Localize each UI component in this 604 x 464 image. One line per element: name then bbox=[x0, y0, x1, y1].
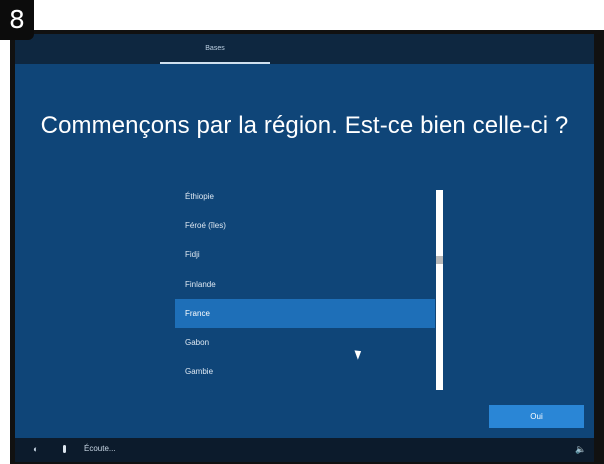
oobe-screen: Bases Commençons par la région. Est-ce b… bbox=[15, 34, 594, 462]
scrollbar-thumb[interactable] bbox=[436, 256, 443, 264]
list-item-label: Féroé (îles) bbox=[185, 221, 226, 230]
list-item-fidji[interactable]: Fidji bbox=[175, 240, 435, 269]
list-item-label: Gabon bbox=[185, 338, 210, 347]
step-badge: 8 bbox=[0, 0, 34, 40]
yes-button[interactable]: Oui bbox=[489, 405, 584, 428]
list-item-feroe[interactable]: Féroé (îles) bbox=[175, 211, 435, 240]
region-list[interactable]: Éthiopie Féroé (îles) Fidji Finlande Fra… bbox=[175, 182, 435, 392]
microphone-icon[interactable] bbox=[63, 445, 66, 453]
listening-status: Écoute... bbox=[84, 444, 116, 453]
tab-underline bbox=[160, 62, 270, 64]
list-item-label: Gambie bbox=[185, 367, 214, 376]
list-item-ethiopie[interactable]: Éthiopie bbox=[175, 182, 435, 211]
taskbar: ◐ Écoute... 🔈 bbox=[15, 438, 594, 462]
list-item-label: France bbox=[185, 309, 210, 318]
list-item-gambie[interactable]: Gambie bbox=[175, 357, 435, 386]
tab-bases: Bases bbox=[205, 45, 225, 52]
list-item-finlande[interactable]: Finlande bbox=[175, 270, 435, 299]
accessibility-icon[interactable]: ◐ bbox=[33, 444, 38, 454]
list-item-label: Éthiopie bbox=[185, 192, 214, 201]
volume-icon[interactable]: 🔈 bbox=[575, 444, 586, 455]
top-bar: Bases bbox=[15, 34, 594, 64]
page-title: Commençons par la région. Est-ce bien ce… bbox=[40, 112, 569, 139]
list-item-france[interactable]: France bbox=[175, 299, 435, 328]
list-item-gabon[interactable]: Gabon bbox=[175, 328, 435, 357]
list-scrollbar[interactable] bbox=[436, 190, 443, 390]
list-item-label: Finlande bbox=[185, 280, 216, 289]
list-item-label: Fidji bbox=[185, 250, 200, 259]
